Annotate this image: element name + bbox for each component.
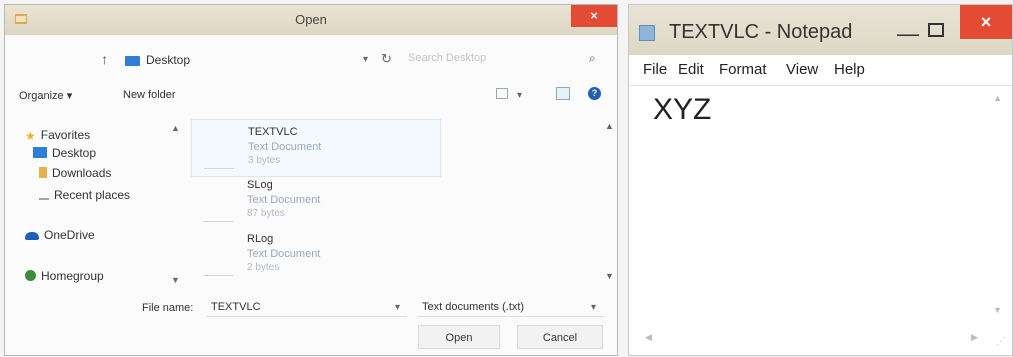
open-dialog-title: Open [295,12,327,27]
file-name-input[interactable]: TEXTVLC [207,297,407,317]
organize-button[interactable]: Organize ▾ [19,89,72,102]
text-file-icon [204,128,234,169]
notepad-window: TEXTVLC - Notepad — × File Edit Format V… [628,4,1013,356]
preview-pane-icon[interactable] [556,87,570,100]
file-name-dropdown-icon[interactable]: ▾ [395,302,400,313]
address-bar: ↑ Desktop ▾ ↻ Search Desktop ⌕ [5,49,617,73]
nav-item-downloads[interactable]: Downloads [39,166,111,184]
file-name-label: File name: [142,302,194,314]
nav-scroll-down-icon[interactable]: ▼ [171,275,180,285]
text-file-icon [203,181,233,222]
window-gap [620,0,626,357]
file-item[interactable]: TEXTVLC Text Document 3 bytes [191,119,441,177]
file-type: Text Document [247,194,321,206]
open-button[interactable]: Open [418,325,500,349]
file-list: TEXTVLC Text Document 3 bytes SLog Text … [191,117,606,287]
minimize-button[interactable]: — [897,21,919,47]
search-input[interactable]: Search Desktop [408,52,588,64]
cloud-icon [25,232,39,240]
file-name: TEXTVLC [248,126,298,138]
desktop-folder-icon [33,147,47,158]
new-folder-button[interactable]: New folder [123,89,176,101]
nav-item-homegroup[interactable]: Homegroup [25,269,104,287]
nav-item-onedrive[interactable]: OneDrive [25,228,95,246]
editor-scroll-right-icon[interactable]: ▶ [971,332,978,343]
downloads-icon [39,167,47,178]
editor-content[interactable]: XYZ [653,93,711,127]
view-dropdown-icon[interactable]: ▾ [517,90,522,101]
file-list-scroll-down-icon[interactable]: ▼ [605,271,614,281]
change-view-icon[interactable] [496,88,508,99]
navigation-pane: ★ Favorites Desktop Downloads Recent plac… [19,123,189,293]
file-type: Text Document [247,248,321,260]
notepad-icon [639,25,655,41]
editor-scroll-down-icon[interactable]: ▼ [993,305,1002,315]
nav-item-favorites[interactable]: ★ Favorites [25,128,90,146]
notepad-titlebar[interactable]: TEXTVLC - Notepad — × [629,5,1012,55]
nav-item-recent-places[interactable]: Recent places [39,187,130,205]
maximize-button[interactable] [928,23,944,37]
file-type: Text Document [248,141,322,153]
address-location[interactable]: Desktop [146,53,190,67]
up-arrow-icon[interactable]: ↑ [101,51,108,67]
file-type-dropdown-icon[interactable]: ▾ [591,302,596,313]
menu-file[interactable]: File [643,61,667,78]
desktop-folder-icon [125,56,140,66]
editor-scroll-left-icon[interactable]: ◀ [645,332,652,343]
menu-format[interactable]: Format [719,61,767,78]
file-item[interactable]: SLog Text Document 87 bytes [191,173,441,231]
nav-item-desktop[interactable]: Desktop [33,146,96,164]
file-name: SLog [247,179,273,191]
help-icon[interactable]: ? [588,87,601,100]
editor-scroll-up-icon[interactable]: ▲ [993,93,1002,103]
open-dialog-titlebar[interactable]: Open × [5,5,617,35]
text-file-icon [203,235,233,276]
toolbar: Organize ▾ New folder ▾ ? [5,85,617,109]
cancel-button[interactable]: Cancel [517,325,603,349]
file-item[interactable]: RLog Text Document 2 bytes [191,227,441,285]
star-icon: ★ [25,129,36,143]
file-size: 3 bytes [248,155,281,166]
nav-scroll-up-icon[interactable]: ▲ [171,123,180,133]
file-size: 2 bytes [247,262,280,273]
menu-edit[interactable]: Edit [678,61,704,78]
search-icon[interactable]: ⌕ [589,51,596,66]
menu-help[interactable]: Help [834,61,865,78]
notepad-close-button[interactable]: × [960,5,1012,39]
resize-grip-icon[interactable]: ⋰ [996,336,1006,347]
menu-bar: File Edit Format View Help [629,55,1012,86]
open-dialog-window: Open × ↑ Desktop ▾ ↻ Search Desktop ⌕ Or… [4,4,618,356]
text-editor[interactable]: XYZ ▲ ▼ ◀ ▶ ⋰ [629,87,1012,355]
homegroup-icon [25,270,36,281]
recent-places-icon [39,187,49,200]
refresh-icon[interactable]: ↻ [381,51,392,67]
file-name: RLog [247,233,274,245]
open-dialog-close-button[interactable]: × [571,5,617,27]
file-size: 87 bytes [247,208,285,219]
file-type-select[interactable]: Text documents (.txt) [418,297,604,317]
file-list-scroll-up-icon[interactable]: ▲ [605,121,614,131]
notepad-title: TEXTVLC - Notepad [669,21,853,43]
address-dropdown-icon[interactable]: ▾ [363,54,368,65]
menu-view[interactable]: View [786,61,818,78]
